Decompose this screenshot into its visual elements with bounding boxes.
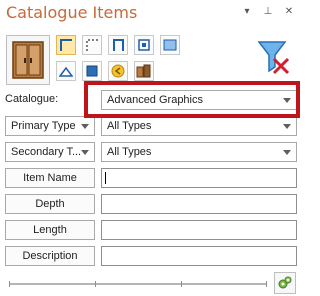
length-input[interactable] xyxy=(101,220,297,240)
box-icon[interactable] xyxy=(82,61,102,81)
secondary-type-row: Secondary T... All Types xyxy=(5,142,297,162)
description-row: Description xyxy=(5,246,297,266)
title-controls: ▾ ⊥ ✕ xyxy=(241,5,295,19)
primary-type-value: All Types xyxy=(107,120,152,132)
depth-button[interactable]: Depth xyxy=(5,194,95,214)
corner-l-icon[interactable] xyxy=(56,35,76,55)
slider-tick xyxy=(266,281,267,287)
toolbar xyxy=(6,35,296,85)
slider-tick xyxy=(95,281,96,287)
primary-type-row: Primary Type All Types xyxy=(5,116,297,136)
primary-type-label: Primary Type xyxy=(11,120,76,132)
catalogue-items-panel: Catalogue Items ▾ ⊥ ✕ Catalogue: Advance… xyxy=(0,0,303,296)
depth-row: Depth xyxy=(5,194,297,214)
panel-title: Catalogue Items xyxy=(6,3,138,22)
dotted-corner-icon[interactable] xyxy=(82,35,102,55)
size-slider[interactable] xyxy=(9,281,267,287)
description-input[interactable] xyxy=(101,246,297,266)
secondary-type-select[interactable]: Secondary T... xyxy=(5,142,95,162)
slider-tick xyxy=(9,281,10,287)
frame-icon[interactable] xyxy=(108,35,128,55)
dropdown-arrow-icon[interactable]: ▾ xyxy=(241,5,253,19)
item-name-input[interactable] xyxy=(101,168,297,188)
chevron-down-icon xyxy=(81,150,89,155)
depth-input[interactable] xyxy=(101,194,297,214)
pin-icon[interactable]: ⊥ xyxy=(262,5,274,19)
primary-type-select[interactable]: Primary Type xyxy=(5,116,95,136)
text-caret xyxy=(105,172,106,184)
settings-icon[interactable] xyxy=(274,272,296,294)
primary-type-value-select[interactable]: All Types xyxy=(101,116,297,136)
window-icon[interactable] xyxy=(160,35,180,55)
slider-tick xyxy=(181,281,182,287)
secondary-type-label: Secondary T... xyxy=(11,146,82,158)
length-row: Length xyxy=(5,220,297,240)
description-button[interactable]: Description xyxy=(5,246,95,266)
secondary-type-value: All Types xyxy=(107,146,152,158)
grid-icon[interactable] xyxy=(134,35,154,55)
item-name-button[interactable]: Item Name xyxy=(5,168,95,188)
chevron-down-icon xyxy=(283,124,291,129)
item-name-row: Item Name xyxy=(5,168,297,188)
filter-clear-icon[interactable] xyxy=(256,37,292,77)
highlight-box xyxy=(84,81,300,118)
chevron-down-icon xyxy=(283,150,291,155)
close-icon[interactable]: ✕ xyxy=(283,5,295,19)
objects-icon[interactable] xyxy=(134,61,154,81)
cabinet-icon[interactable] xyxy=(6,35,50,85)
arrow-left-circle-icon[interactable] xyxy=(108,61,128,81)
length-button[interactable]: Length xyxy=(5,220,95,240)
catalogue-label: Catalogue: xyxy=(5,93,59,105)
arrow-up-icon[interactable] xyxy=(56,61,76,81)
secondary-type-value-select[interactable]: All Types xyxy=(101,142,297,162)
chevron-down-icon xyxy=(81,124,89,129)
